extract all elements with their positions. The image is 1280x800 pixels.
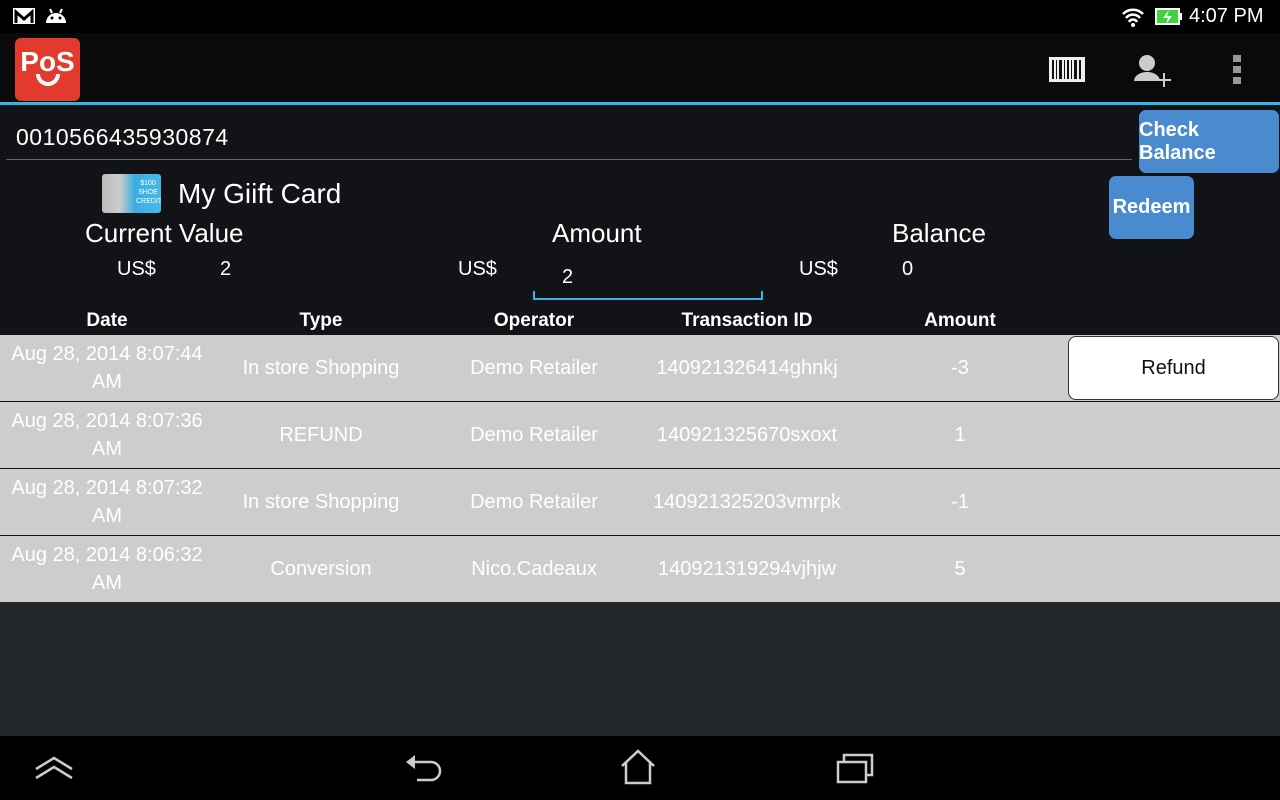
wifi-icon — [1122, 8, 1144, 27]
card-number-input[interactable]: 0010566435930874 — [6, 118, 1132, 160]
table-row[interactable]: Aug 28, 2014 8:07:32 AM In store Shopping… — [0, 469, 1280, 535]
gift-card-image-text: $100 SHOE CREDIT — [136, 180, 161, 205]
cell-operator: Demo Retailer — [470, 424, 598, 446]
cell-type: In store Shopping — [242, 357, 400, 379]
header-operator: Operator — [493, 310, 575, 331]
cell-type: Conversion — [270, 558, 372, 580]
navigation-bar — [0, 736, 1280, 800]
cell-type: In store Shopping — [242, 491, 400, 513]
card-name: My Giift Card — [178, 178, 342, 209]
amount-currency: US$ — [458, 258, 497, 280]
android-icon — [46, 8, 66, 23]
header-type: Type — [299, 310, 343, 331]
back-icon[interactable] — [403, 750, 443, 786]
cell-date: Aug 28, 2014 8:07:44 AM — [11, 343, 203, 393]
balance-value: 0 — [902, 258, 914, 280]
cell-type: REFUND — [279, 424, 363, 446]
barcode-icon[interactable] — [1049, 57, 1085, 82]
overflow-menu-icon[interactable] — [1233, 55, 1243, 85]
clock: 4:07 PM — [1189, 5, 1264, 27]
balance-currency: US$ — [799, 258, 838, 280]
empty-area — [0, 602, 1280, 736]
cell-amount: -1 — [951, 491, 969, 513]
check-balance-button[interactable]: Check Balance — [1139, 110, 1279, 173]
cell-operator: Demo Retailer — [470, 491, 598, 513]
cell-amount: -3 — [951, 357, 969, 379]
table-row[interactable]: Aug 28, 2014 8:07:36 AM REFUND Demo Retail… — [0, 402, 1280, 468]
cell-txid: 140921326414ghnkj — [656, 357, 838, 379]
cell-txid: 140921325670sxoxt — [656, 424, 838, 446]
cell-amount: 5 — [954, 558, 966, 580]
header-transaction-id: Transaction ID — [681, 310, 813, 331]
table-header: Date Type Operator Transaction ID Amount — [0, 306, 1280, 335]
recent-up-icon[interactable] — [33, 755, 75, 781]
current-currency: US$ — [117, 258, 156, 280]
current-value: 2 — [220, 258, 232, 280]
refund-button[interactable]: Refund — [1068, 336, 1279, 400]
table-row[interactable]: Aug 28, 2014 8:07:44 AM In store Shopping… — [0, 335, 1280, 401]
logo-text: PoS — [20, 46, 75, 77]
cell-date: Aug 28, 2014 8:07:36 AM — [11, 410, 203, 460]
status-bar: 4:07 PM — [0, 0, 1280, 33]
amount-label: Amount — [552, 218, 642, 248]
cell-amount: 1 — [954, 424, 966, 446]
balance-label: Balance — [892, 218, 986, 248]
cell-txid: 140921319294vjhjw — [658, 558, 836, 580]
recent-apps-icon[interactable] — [834, 750, 878, 786]
gift-card-image: $100 SHOE CREDIT — [102, 174, 161, 213]
amount-input[interactable]: 2 — [533, 262, 763, 300]
cell-date: Aug 28, 2014 8:06:32 AM — [11, 544, 203, 594]
header-amount: Amount — [924, 310, 996, 331]
gmail-icon — [13, 8, 35, 24]
header-date: Date — [86, 310, 128, 331]
action-bar: PoS — [0, 33, 1280, 105]
table-row[interactable]: Aug 28, 2014 8:06:32 AM Conversion Nico.Ca… — [0, 536, 1280, 602]
cell-operator: Demo Retailer — [470, 357, 598, 379]
current-value-label: Current Value — [85, 218, 244, 248]
app-logo[interactable]: PoS — [15, 38, 80, 101]
cell-txid: 140921325203vmrpk — [653, 491, 841, 513]
home-icon[interactable] — [618, 748, 658, 786]
battery-charging-icon — [1155, 8, 1182, 25]
redeem-button[interactable]: Redeem — [1109, 176, 1194, 239]
cell-date: Aug 28, 2014 8:07:32 AM — [11, 477, 203, 527]
add-user-icon[interactable] — [1133, 53, 1173, 89]
cell-operator: Nico.Cadeaux — [471, 558, 597, 580]
